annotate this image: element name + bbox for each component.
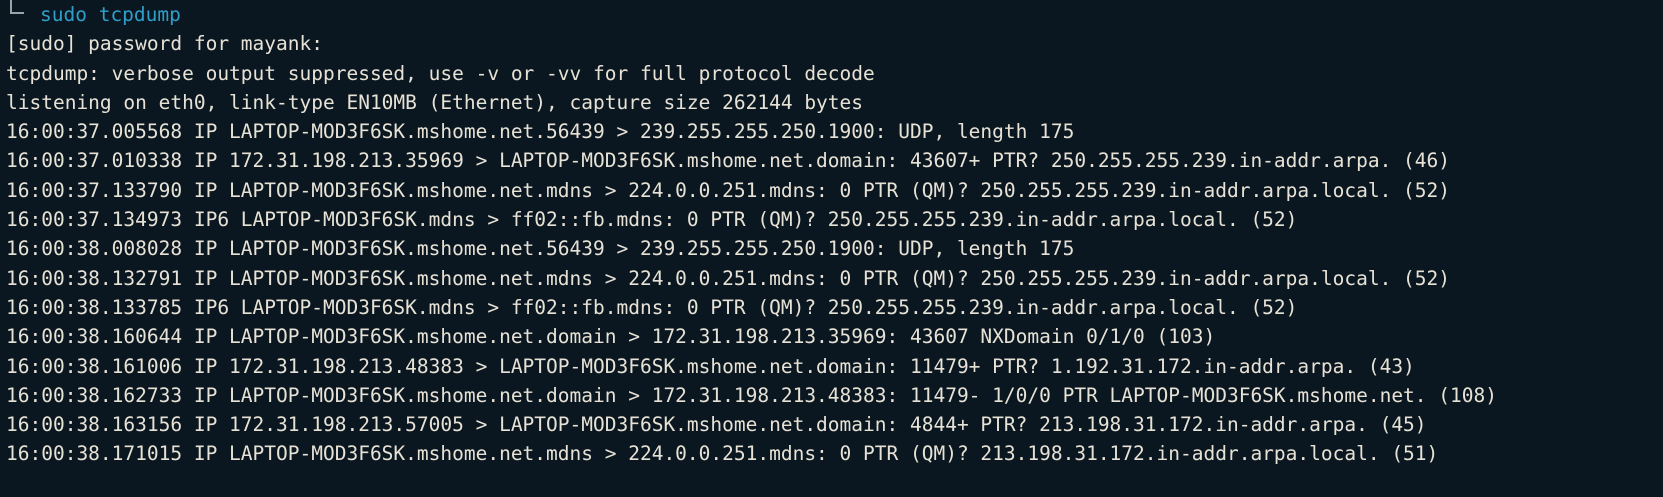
output-line-verbose-notice: tcpdump: verbose output suppressed, use …: [6, 61, 875, 85]
packet-line: 16:00:38.133785 IP6 LAPTOP-MOD3F6SK.mdns…: [6, 295, 1298, 319]
packet-line: 16:00:37.134973 IP6 LAPTOP-MOD3F6SK.mdns…: [6, 208, 1298, 232]
command-text: sudo tcpdump: [40, 3, 181, 26]
packet-line: 16:00:38.160644 IP LAPTOP-MOD3F6SK.mshom…: [6, 325, 1216, 349]
packet-line: 16:00:37.133790 IP LAPTOP-MOD3F6SK.mshom…: [6, 178, 1451, 202]
packet-line: 16:00:38.161006 IP 172.31.198.213.48383 …: [6, 354, 1415, 378]
packet-line: 16:00:38.171015 IP LAPTOP-MOD3F6SK.mshom…: [6, 442, 1439, 466]
packet-line: 16:00:38.132791 IP LAPTOP-MOD3F6SK.mshom…: [6, 266, 1451, 290]
packet-line: 16:00:38.008028 IP LAPTOP-MOD3F6SK.mshom…: [6, 237, 1075, 261]
packet-line: 16:00:38.163156 IP 172.31.198.213.57005 …: [6, 413, 1427, 437]
output-line-sudo-password: [sudo] password for mayank:: [6, 32, 323, 56]
terminal-window[interactable]: sudo tcpdump [sudo] password for mayank:…: [0, 0, 1663, 497]
tree-branch-icon: [6, 0, 24, 29]
output-line-listening: listening on eth0, link-type EN10MB (Eth…: [6, 90, 864, 114]
prompt-line: sudo tcpdump: [6, 0, 1663, 29]
packet-line: 16:00:38.162733 IP LAPTOP-MOD3F6SK.mshom…: [6, 383, 1497, 407]
packet-line: 16:00:37.010338 IP 172.31.198.213.35969 …: [6, 149, 1451, 173]
packet-line: 16:00:37.005568 IP LAPTOP-MOD3F6SK.mshom…: [6, 120, 1075, 144]
